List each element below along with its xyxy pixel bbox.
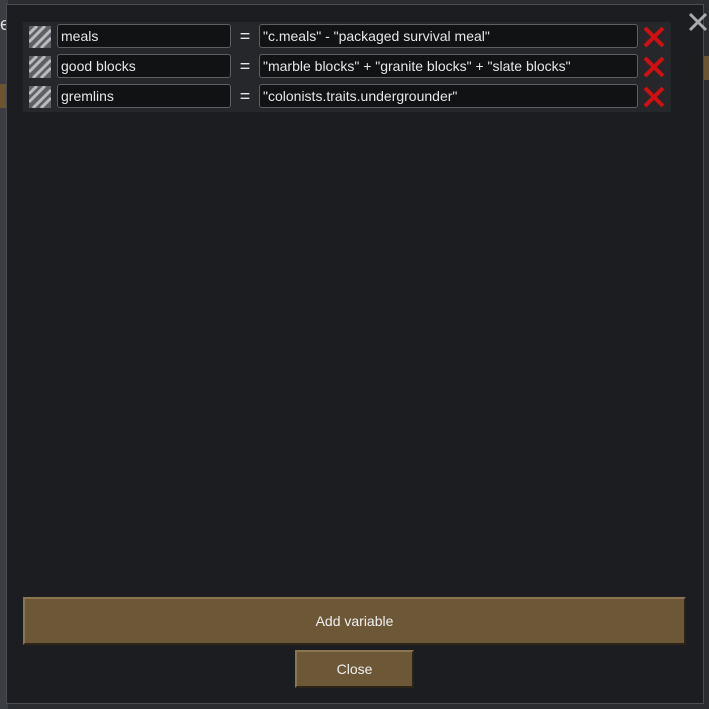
variable-expression-input[interactable]: "marble blocks" + "granite blocks" + "sl… <box>259 54 638 78</box>
delete-variable-button[interactable] <box>642 55 666 79</box>
variable-name-input[interactable]: gremlins <box>57 84 231 108</box>
variables-dialog: meals = "c.meals" - "packaged survival m… <box>6 4 708 704</box>
delete-icon <box>643 26 665 48</box>
add-variable-button[interactable]: Add variable <box>23 597 686 645</box>
variable-row: gremlins = "colonists.traits.underground… <box>23 82 671 112</box>
drag-handle-icon[interactable] <box>29 56 51 78</box>
close-button[interactable]: Close <box>295 650 414 688</box>
delete-variable-button[interactable] <box>642 25 666 49</box>
variable-row: meals = "c.meals" - "packaged survival m… <box>23 22 671 52</box>
delete-icon <box>643 86 665 108</box>
variable-expression-input[interactable]: "colonists.traits.undergrounder" <box>259 84 638 108</box>
variable-name-input[interactable]: good blocks <box>57 54 231 78</box>
drag-handle-icon[interactable] <box>29 26 51 48</box>
close-icon[interactable] <box>687 11 709 33</box>
variable-row: good blocks = "marble blocks" + "granite… <box>23 52 671 82</box>
delete-variable-button[interactable] <box>642 85 666 109</box>
equals-sign: = <box>239 56 251 76</box>
variable-name-input[interactable]: meals <box>57 24 231 48</box>
variable-expression-input[interactable]: "c.meals" - "packaged survival meal" <box>259 24 638 48</box>
equals-sign: = <box>239 26 251 46</box>
equals-sign: = <box>239 86 251 106</box>
drag-handle-icon[interactable] <box>29 86 51 108</box>
delete-icon <box>643 56 665 78</box>
